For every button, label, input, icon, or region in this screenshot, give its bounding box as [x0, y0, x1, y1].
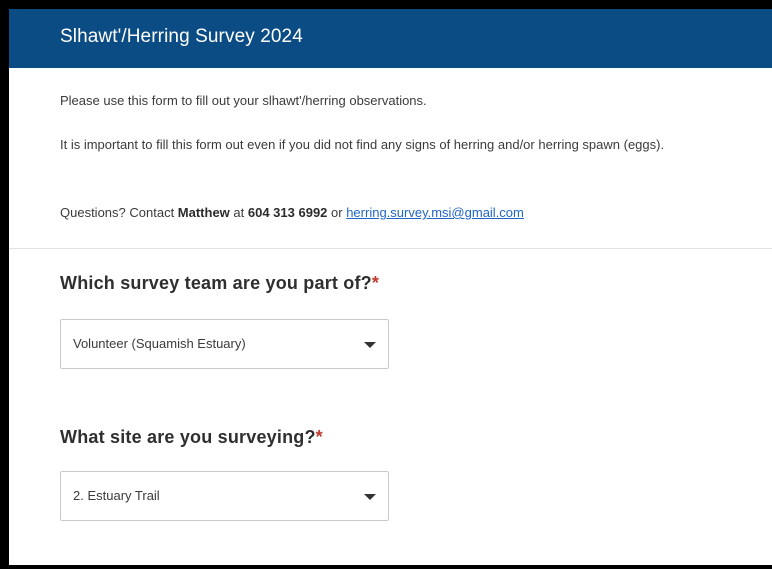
survey-team-dropdown[interactable]: Volunteer (Squamish Estuary)	[60, 319, 389, 369]
chevron-down-icon	[364, 342, 376, 348]
form-header: Slhawt'/Herring Survey 2024	[9, 9, 772, 68]
selected-value: Volunteer (Squamish Estuary)	[73, 336, 246, 351]
contact-at: at	[229, 205, 248, 220]
question-survey-team-label: Which survey team are you part of?*	[60, 273, 379, 294]
required-marker: *	[371, 273, 380, 293]
contact-line: Questions? Contact Matthew at 604 313 69…	[60, 203, 524, 223]
contact-email-link[interactable]: herring.survey.msi@gmail.com	[346, 205, 524, 220]
survey-site-dropdown[interactable]: 2. Estuary Trail	[60, 471, 389, 521]
description-line-2: It is important to fill this form out ev…	[60, 137, 665, 152]
question-text: What site are you surveying?	[60, 427, 316, 447]
contact-phone: 604 313 6992	[247, 205, 328, 220]
contact-name: Matthew	[177, 205, 230, 220]
description-line-1: Please use this form to fill out your sl…	[60, 93, 427, 108]
section-divider	[9, 248, 772, 249]
form-window: Slhawt'/Herring Survey 2024 Please use t…	[9, 9, 772, 565]
question-text: Which survey team are you part of?	[60, 273, 372, 293]
required-marker: *	[315, 427, 323, 447]
selected-value: 2. Estuary Trail	[73, 488, 160, 503]
contact-or: or	[327, 205, 347, 220]
form-title: Slhawt'/Herring Survey 2024	[60, 26, 303, 47]
contact-prefix: Questions? Contact	[60, 205, 178, 220]
question-site-label: What site are you surveying?*	[60, 427, 323, 448]
chevron-down-icon	[364, 494, 376, 500]
